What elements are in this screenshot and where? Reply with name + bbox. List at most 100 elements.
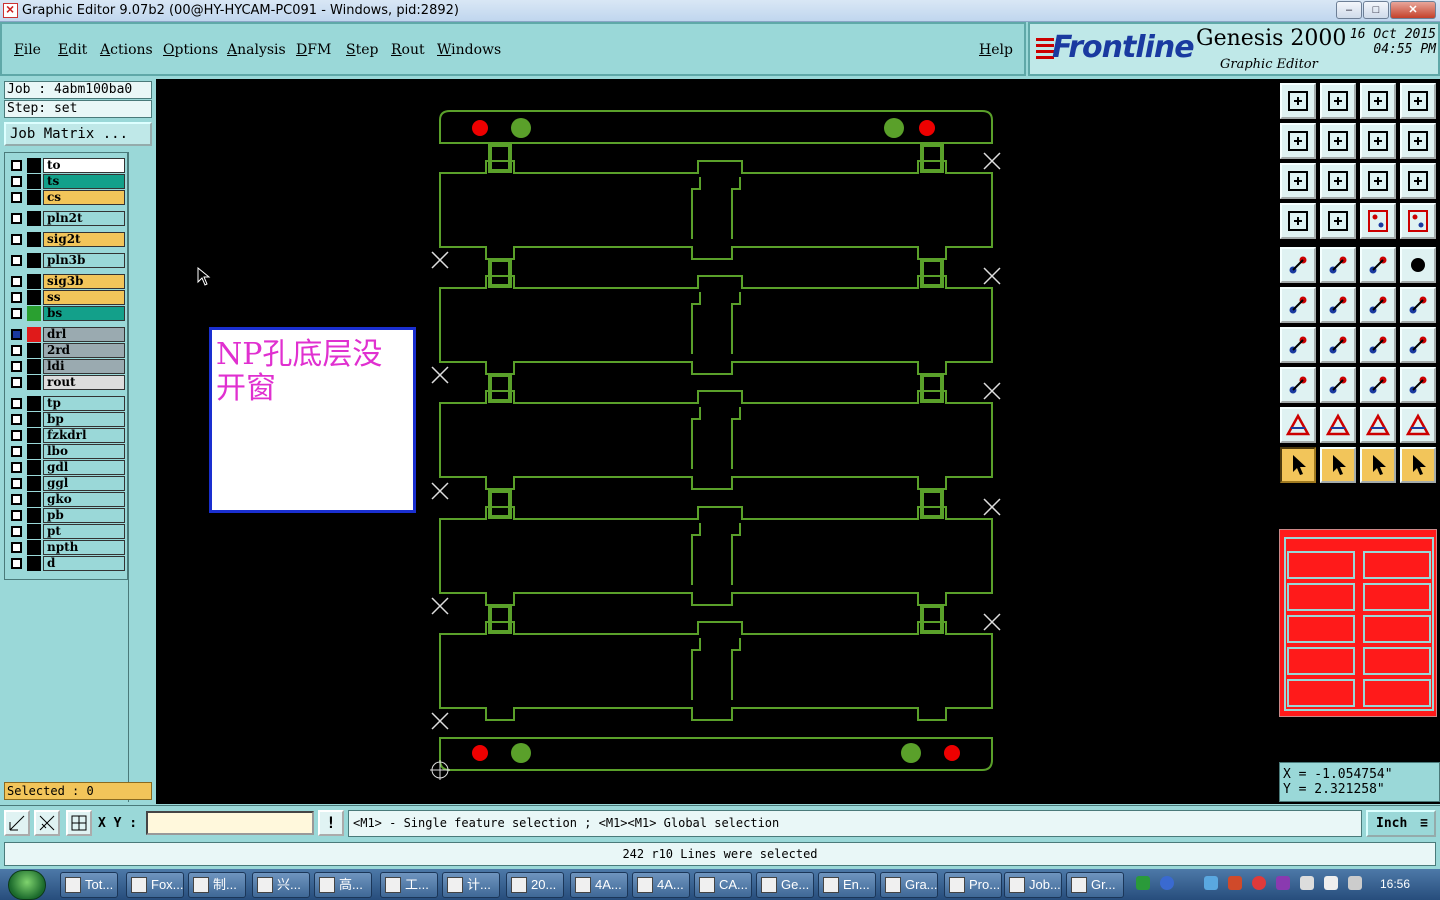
layer-name[interactable]: gko [43, 492, 125, 507]
taskbar-item[interactable]: Ge... [756, 872, 814, 898]
layer-checkbox[interactable] [11, 398, 22, 409]
layer-color-swatch[interactable] [27, 524, 41, 539]
layer-row-drl[interactable]: drl [7, 327, 127, 342]
add-line-button[interactable] [1360, 287, 1396, 323]
home-button[interactable] [1360, 83, 1396, 119]
layer-name[interactable]: rout [43, 375, 125, 390]
layer-checkbox[interactable] [11, 494, 22, 505]
taskbar-item[interactable]: Pro... [944, 872, 1002, 898]
layer-checkbox[interactable] [11, 542, 22, 553]
save-button[interactable] [1320, 83, 1356, 119]
taskbar-item[interactable]: CA... [694, 872, 752, 898]
taskbar-item[interactable]: 兴... [252, 872, 310, 898]
layer-row-pb[interactable]: pb [7, 508, 127, 523]
scale-button[interactable] [1360, 163, 1396, 199]
layer-name[interactable]: pln2t [43, 211, 125, 226]
alert-button[interactable]: ! [318, 810, 344, 836]
text-button[interactable] [1400, 327, 1436, 363]
layer-checkbox[interactable] [11, 329, 22, 340]
taskbar-item[interactable]: 计... [442, 872, 500, 898]
layer-checkbox[interactable] [11, 192, 22, 203]
layer-color-swatch[interactable] [27, 343, 41, 358]
select-button[interactable] [1320, 447, 1356, 483]
zoom-home-button[interactable] [1320, 163, 1356, 199]
layer-color-swatch[interactable] [27, 476, 41, 491]
layer-name[interactable]: pt [43, 524, 125, 539]
xy-input[interactable] [146, 811, 314, 835]
layer-name[interactable]: drl [43, 327, 125, 342]
layer-row-sig2t[interactable]: sig2t [7, 232, 127, 247]
layer-row-ss[interactable]: ss [7, 290, 127, 305]
layer-checkbox[interactable] [11, 345, 22, 356]
layer-color-swatch[interactable] [27, 232, 41, 247]
layer-checkbox[interactable] [11, 526, 22, 537]
layer-checkbox[interactable] [11, 276, 22, 287]
taskbar-item[interactable]: 高... [314, 872, 372, 898]
layer-name[interactable]: pb [43, 508, 125, 523]
menu-file[interactable]: File [14, 42, 41, 58]
layer-color-swatch[interactable] [27, 412, 41, 427]
layer-checkbox[interactable] [11, 414, 22, 425]
layer-name[interactable]: bp [43, 412, 125, 427]
menu-dfm[interactable]: DFM [296, 42, 331, 58]
layer-color-swatch[interactable] [27, 359, 41, 374]
line-edit-button[interactable] [1320, 327, 1356, 363]
help-query-button[interactable] [1400, 163, 1436, 199]
layer-checkbox[interactable] [11, 176, 22, 187]
layer-name[interactable]: npth [43, 540, 125, 555]
layer-row-2rd[interactable]: 2rd [7, 343, 127, 358]
layer-checkbox[interactable] [11, 361, 22, 372]
taskbar-item[interactable]: Gra... [880, 872, 938, 898]
layer-row-gko[interactable]: gko [7, 492, 127, 507]
tray-monitor-icon[interactable] [1300, 876, 1314, 890]
select-all-button[interactable] [1360, 447, 1396, 483]
move-button[interactable] [1280, 367, 1316, 403]
help-icon[interactable] [1160, 876, 1174, 890]
layer-row-cs[interactable]: cs [7, 190, 127, 205]
menu-options[interactable]: Options [163, 42, 218, 58]
menu-edit[interactable]: Edit [58, 42, 87, 58]
layer-row-d[interactable]: d [7, 556, 127, 571]
layer-name[interactable]: ts [43, 174, 125, 189]
arc2-button[interactable] [1320, 407, 1356, 443]
layer-color-swatch[interactable] [27, 158, 41, 173]
rotate-button[interactable] [1360, 327, 1396, 363]
tray-app-icon[interactable] [1136, 876, 1150, 890]
forward-button[interactable] [1320, 123, 1356, 159]
polygon-button[interactable] [1320, 247, 1356, 283]
layer-row-ggl[interactable]: ggl [7, 476, 127, 491]
layer-color-swatch[interactable] [27, 327, 41, 342]
volume-icon[interactable] [1324, 876, 1338, 890]
layer-row-bs[interactable]: bs [7, 306, 127, 321]
tray-tool-icon[interactable] [1228, 876, 1242, 890]
angle-button[interactable] [1280, 327, 1316, 363]
close-button[interactable]: ✕ [1390, 1, 1436, 19]
tray-x-icon[interactable] [1276, 876, 1290, 890]
pad-button[interactable] [1280, 247, 1316, 283]
grid-snap-icon[interactable] [66, 810, 92, 836]
layer-color-swatch[interactable] [27, 396, 41, 411]
fit-button[interactable] [1280, 163, 1316, 199]
layer-name[interactable]: cs [43, 190, 125, 205]
grid-button[interactable] [1320, 203, 1356, 239]
layer-checkbox[interactable] [11, 446, 22, 457]
arc-button[interactable] [1280, 407, 1316, 443]
layer-checkbox[interactable] [11, 308, 22, 319]
layer-row-fzkdrl[interactable]: fzkdrl [7, 428, 127, 443]
layer-color-swatch[interactable] [27, 211, 41, 226]
layer-checkbox[interactable] [11, 160, 22, 171]
taskbar-item[interactable]: 4A... [570, 872, 628, 898]
settings-button[interactable] [1280, 203, 1316, 239]
layer-color-swatch[interactable] [27, 274, 41, 289]
layer-checkbox[interactable] [11, 478, 22, 489]
layer-checkbox[interactable] [11, 377, 22, 388]
layer-color-swatch[interactable] [27, 540, 41, 555]
dot-button[interactable] [1400, 247, 1436, 283]
layer-row-rout[interactable]: rout [7, 375, 127, 390]
layer-red-button[interactable] [1360, 203, 1396, 239]
back-button[interactable] [1280, 123, 1316, 159]
layer-color-swatch[interactable] [27, 290, 41, 305]
tray-browser-icon[interactable] [1252, 876, 1266, 890]
layer-checkbox[interactable] [11, 462, 22, 473]
taskbar-item[interactable]: 4A... [632, 872, 690, 898]
